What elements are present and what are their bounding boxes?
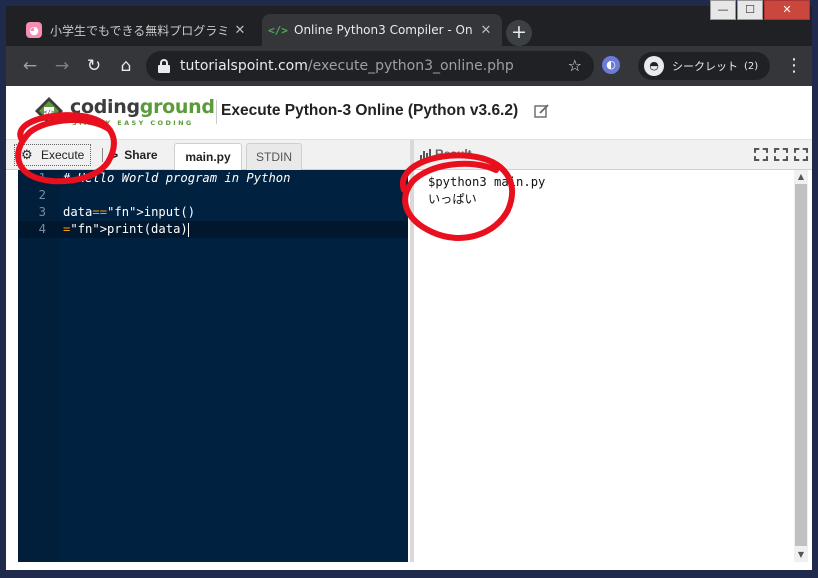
scroll-down-icon[interactable]: ▼ [794,548,808,562]
reload-icon[interactable]: ↻ [82,54,106,78]
scroll-thumb[interactable] [795,184,807,546]
minimize-icon[interactable]: — [710,0,736,20]
execute-label: Execute [41,148,85,162]
tab-stdin[interactable]: STDIN [246,143,302,170]
restore-icon[interactable] [774,148,788,161]
gear-icon: ⚙ [21,147,33,162]
bookmark-star-icon[interactable]: ☆ [568,56,582,75]
code-line-active: 4 ="fn">print(data) [18,221,408,238]
tab-active[interactable]: </> Online Python3 Compiler - On ✕ [262,14,502,46]
share-button[interactable]: > Share [110,144,158,166]
extension-icon[interactable]: ◐ [602,56,620,74]
share-label: Share [124,148,158,162]
code-line: 1 # Hello World program in Python [18,170,408,187]
code-text: ="fn">print(data) [63,222,189,237]
execute-button[interactable]: ⚙ Execute [14,144,92,166]
collapse-icon[interactable] [754,148,768,161]
code-editor[interactable]: 1 # Hello World program in Python 2 3 da… [18,170,408,562]
browser-window: ◕ 小学生でもできる無料プログラミ ✕ </> Online Python3 C… [0,0,818,578]
code-line: 3 data=="fn">input() [18,204,408,221]
result-toolbar: Result [414,140,812,170]
line-number: 3 [38,205,46,219]
scroll-up-icon[interactable]: ▲ [794,170,808,184]
brand-tagline: SIMPLY EASY CODING [72,119,194,127]
forward-icon[interactable]: → [50,54,74,78]
fullscreen-icon[interactable] [794,148,808,161]
lock-icon [158,59,170,73]
line-number: 4 [38,222,46,236]
incognito-count: (2) [744,60,759,72]
code-icon: </> [268,23,288,37]
brand-name[interactable]: codingground [70,96,215,118]
new-tab-button[interactable]: + [506,20,532,46]
tab-title: Online Python3 Compiler - On [294,23,473,37]
code-text: data=="fn">input() [63,205,196,219]
tab-strip: ◕ 小学生でもできる無料プログラミ ✕ </> Online Python3 C… [6,6,812,46]
url-text: tutorialspoint.com/execute_python3_onlin… [180,58,514,74]
bar-chart-icon [420,148,431,160]
window-close-icon[interactable]: ✕ [764,0,810,20]
output-line: いっぱい [428,192,477,206]
text-cursor [187,222,189,237]
toolbar-separator [102,148,103,162]
codingground-logo-icon[interactable]: </> [34,96,64,126]
output-scrollbar[interactable]: ▲ ▼ [794,170,808,562]
tab-main-py[interactable]: main.py [174,143,242,170]
page: </> codingground SIMPLY EASY CODING Exec… [6,86,812,570]
more-menu-icon[interactable]: ⋮ [784,54,804,78]
tab-title: 小学生でもできる無料プログラミ [50,23,230,38]
pig-icon: ◕ [26,22,42,38]
code-line: 2 [18,187,408,204]
line-number: 1 [38,171,46,185]
editor-toolbar: ⚙ Execute > Share main.py STDIN [6,140,412,170]
output-line: $python3 main.py [428,175,546,189]
share-arrow-icon: > [110,147,119,163]
home-icon[interactable]: ⌂ [114,54,138,78]
back-icon[interactable]: ← [18,54,42,78]
incognito-icon: ◓ [644,56,664,76]
close-icon[interactable]: ✕ [478,23,494,38]
tab-inactive[interactable]: ◕ 小学生でもできる無料プログラミ ✕ [18,14,256,46]
line-number: 2 [38,188,46,202]
maximize-icon[interactable]: ☐ [737,0,763,20]
result-output: $python3 main.py いっぱい [416,170,802,562]
code-text: # Hello World program in Python [63,171,291,185]
page-title: Execute Python-3 Online (Python v3.6.2) [221,102,519,119]
browser-toolbar: ← → ↻ ⌂ tutorialspoint.com/execute_pytho… [6,46,812,86]
pane-splitter[interactable] [410,140,414,562]
header-divider [216,100,217,124]
site-header: </> codingground SIMPLY EASY CODING Exec… [6,86,812,140]
incognito-label: シークレット [672,60,738,73]
svg-text:</>: </> [44,109,55,116]
incognito-badge[interactable]: ◓ シークレット (2) [638,52,770,80]
edit-icon[interactable] [534,103,550,119]
close-icon[interactable]: ✕ [232,23,248,38]
address-bar[interactable]: tutorialspoint.com/execute_python3_onlin… [146,51,594,81]
result-header: Result [420,147,472,161]
